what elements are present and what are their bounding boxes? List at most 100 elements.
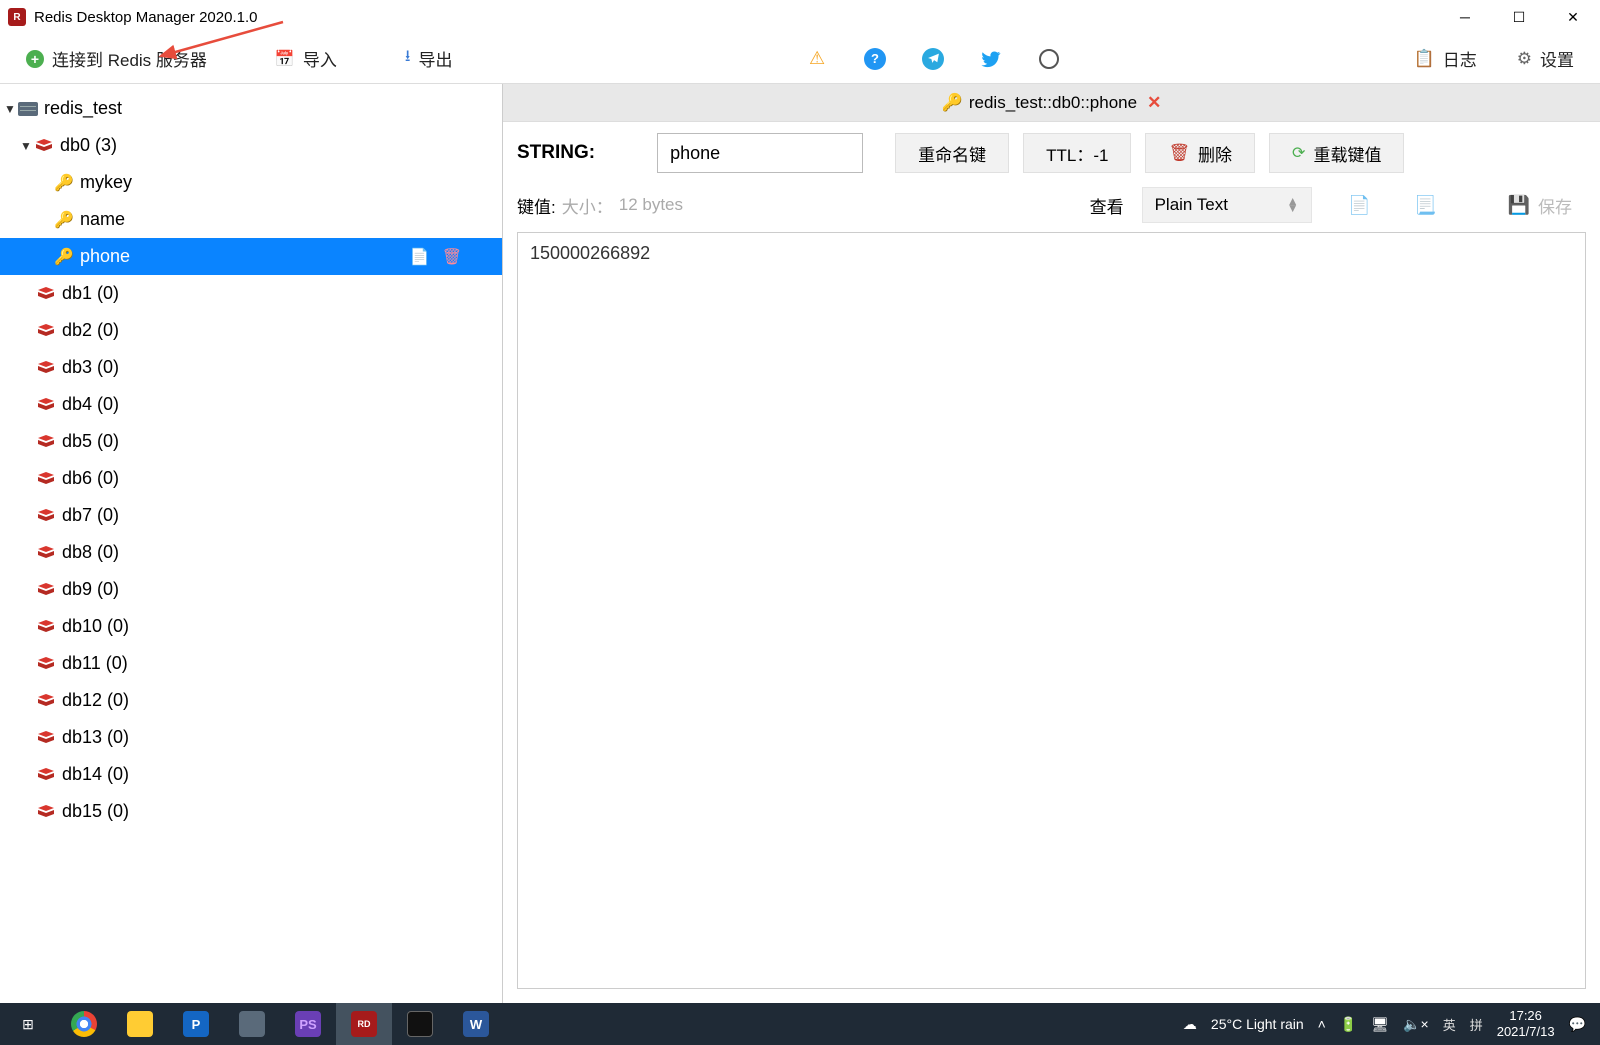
- key-label: name: [80, 209, 125, 230]
- tree-db0[interactable]: ▼ db0 (3): [0, 127, 502, 164]
- help-icon[interactable]: ?: [864, 48, 886, 70]
- tray-network-icon[interactable]: 🖥: [1371, 1016, 1389, 1033]
- window-titlebar: R Redis Desktop Manager 2020.1.0 ─ ☐ ✕: [0, 0, 1600, 34]
- settings-button[interactable]: ⚙ 设置: [1503, 40, 1588, 77]
- weather-icon[interactable]: ☁: [1183, 1016, 1197, 1033]
- tree-db[interactable]: db4 (0): [0, 386, 502, 423]
- database-icon: [34, 138, 54, 154]
- taskbar-explorer[interactable]: [112, 1003, 168, 1045]
- tree-db[interactable]: db11 (0): [0, 645, 502, 682]
- gear-icon: ⚙: [1517, 49, 1532, 69]
- tree-db[interactable]: db2 (0): [0, 312, 502, 349]
- taskbar-db-app[interactable]: [224, 1003, 280, 1045]
- rename-key-button[interactable]: 重命名键: [895, 133, 1009, 173]
- tab-close-icon[interactable]: ✕: [1147, 93, 1161, 113]
- taskbar-phpstorm[interactable]: PS: [280, 1003, 336, 1045]
- database-icon: [36, 508, 56, 524]
- copy-value-button[interactable]: 📄: [1342, 187, 1378, 223]
- tree-db[interactable]: db6 (0): [0, 460, 502, 497]
- db-label: db14 (0): [62, 764, 129, 785]
- window-minimize[interactable]: ─: [1438, 0, 1492, 34]
- db-label: db12 (0): [62, 690, 129, 711]
- db-label: db9 (0): [62, 579, 119, 600]
- tree-key-phone[interactable]: 🔑 phone 📄 🗑: [0, 238, 502, 275]
- tree-key-name[interactable]: 🔑 name: [0, 201, 502, 238]
- tree-db[interactable]: db13 (0): [0, 719, 502, 756]
- db-label: db0 (3): [60, 135, 117, 156]
- database-icon: [36, 582, 56, 598]
- tray-ime2[interactable]: 拼: [1470, 1015, 1483, 1034]
- key-actions-row: STRING: 重命名键 TTL：-1 🗑 删除 ⟳ 重载键值: [503, 122, 1600, 184]
- database-icon: [36, 323, 56, 339]
- save-button[interactable]: 💾 保存: [1494, 187, 1586, 223]
- delete-key-icon[interactable]: 🗑: [442, 247, 462, 267]
- taskbar-rdm[interactable]: RD: [336, 1003, 392, 1045]
- db-label: db2 (0): [62, 320, 119, 341]
- database-icon: [36, 730, 56, 746]
- twitter-icon[interactable]: [980, 48, 1002, 70]
- tray-battery-icon[interactable]: 🔋: [1340, 1016, 1357, 1033]
- weather-text[interactable]: 25°C Light rain: [1211, 1016, 1304, 1032]
- taskbar-chrome[interactable]: [56, 1003, 112, 1045]
- tree-db[interactable]: db1 (0): [0, 275, 502, 312]
- window-close[interactable]: ✕: [1546, 0, 1600, 34]
- value-textarea[interactable]: 150000266892: [517, 232, 1586, 989]
- import-button[interactable]: 📅 导入: [261, 40, 351, 77]
- save-label: 保存: [1538, 193, 1572, 218]
- github-icon[interactable]: [1038, 48, 1060, 70]
- tree-db[interactable]: db9 (0): [0, 571, 502, 608]
- tree-db[interactable]: db14 (0): [0, 756, 502, 793]
- tree-db[interactable]: db5 (0): [0, 423, 502, 460]
- tree-db[interactable]: db10 (0): [0, 608, 502, 645]
- tray-volume-icon[interactable]: 🔈×: [1403, 1016, 1429, 1033]
- export-button[interactable]: ⭳ 导出: [391, 39, 467, 78]
- value-meta-row: 键值: 大小： 12 bytes 查看 Plain Text ▲▼ 📄 📃 💾 …: [503, 184, 1600, 226]
- taskbar-start[interactable]: ⊞: [0, 1003, 56, 1045]
- db-label: db1 (0): [62, 283, 119, 304]
- ttl-button[interactable]: TTL：-1: [1023, 133, 1131, 173]
- connection-tree[interactable]: ▼ redis_test ▼ db0 (3) 🔑 mykey 🔑 name 🔑 …: [0, 84, 503, 1003]
- key-name-input[interactable]: [657, 133, 863, 173]
- tree-connection[interactable]: ▼ redis_test: [0, 90, 502, 127]
- format-select[interactable]: Plain Text ▲▼: [1142, 187, 1312, 223]
- log-button[interactable]: 📋 日志: [1400, 40, 1491, 77]
- telegram-icon[interactable]: [922, 48, 944, 70]
- db-label: db8 (0): [62, 542, 119, 563]
- taskbar-p-app[interactable]: P: [168, 1003, 224, 1045]
- delete-label: 删除: [1198, 141, 1232, 166]
- ttl-label: TTL：-1: [1046, 141, 1108, 166]
- warning-icon[interactable]: ⚠: [806, 48, 828, 70]
- tree-db[interactable]: db3 (0): [0, 349, 502, 386]
- taskbar-word[interactable]: W: [448, 1003, 504, 1045]
- copy-key-icon[interactable]: 📄: [410, 247, 430, 267]
- database-icon: [36, 767, 56, 783]
- delete-key-button[interactable]: 🗑 删除: [1145, 133, 1255, 173]
- tree-key-mykey[interactable]: 🔑 mykey: [0, 164, 502, 201]
- value-label: 键值:: [517, 193, 556, 218]
- tray-notifications-icon[interactable]: 💬: [1569, 1016, 1586, 1033]
- tray-clock[interactable]: 17:26 2021/7/13: [1497, 1008, 1555, 1040]
- tree-db[interactable]: db8 (0): [0, 534, 502, 571]
- key-icon: 🔑: [54, 247, 72, 267]
- tree-db[interactable]: db12 (0): [0, 682, 502, 719]
- export-icon: ⭳: [405, 45, 411, 72]
- window-maximize[interactable]: ☐: [1492, 0, 1546, 34]
- db-label: db15 (0): [62, 801, 129, 822]
- tray-ime1[interactable]: 英: [1443, 1015, 1456, 1034]
- taskbar-cmd[interactable]: [392, 1003, 448, 1045]
- database-icon: [36, 286, 56, 302]
- database-icon: [36, 693, 56, 709]
- view-doc-button[interactable]: 📃: [1408, 187, 1444, 223]
- format-value: Plain Text: [1155, 195, 1228, 215]
- type-label: STRING:: [517, 142, 595, 164]
- import-label: 导入: [303, 46, 337, 71]
- tray-chevron-icon[interactable]: ˄: [1318, 1016, 1326, 1032]
- connection-label: redis_test: [44, 98, 122, 119]
- connect-server-button[interactable]: + 连接到 Redis 服务器: [12, 40, 221, 77]
- reload-button[interactable]: ⟳ 重载键值: [1269, 133, 1404, 173]
- tree-db[interactable]: db7 (0): [0, 497, 502, 534]
- reload-label: 重载键值: [1313, 141, 1381, 166]
- tree-db[interactable]: db15 (0): [0, 793, 502, 830]
- tab-title[interactable]: redis_test::db0::phone: [969, 93, 1137, 113]
- database-icon: [36, 619, 56, 635]
